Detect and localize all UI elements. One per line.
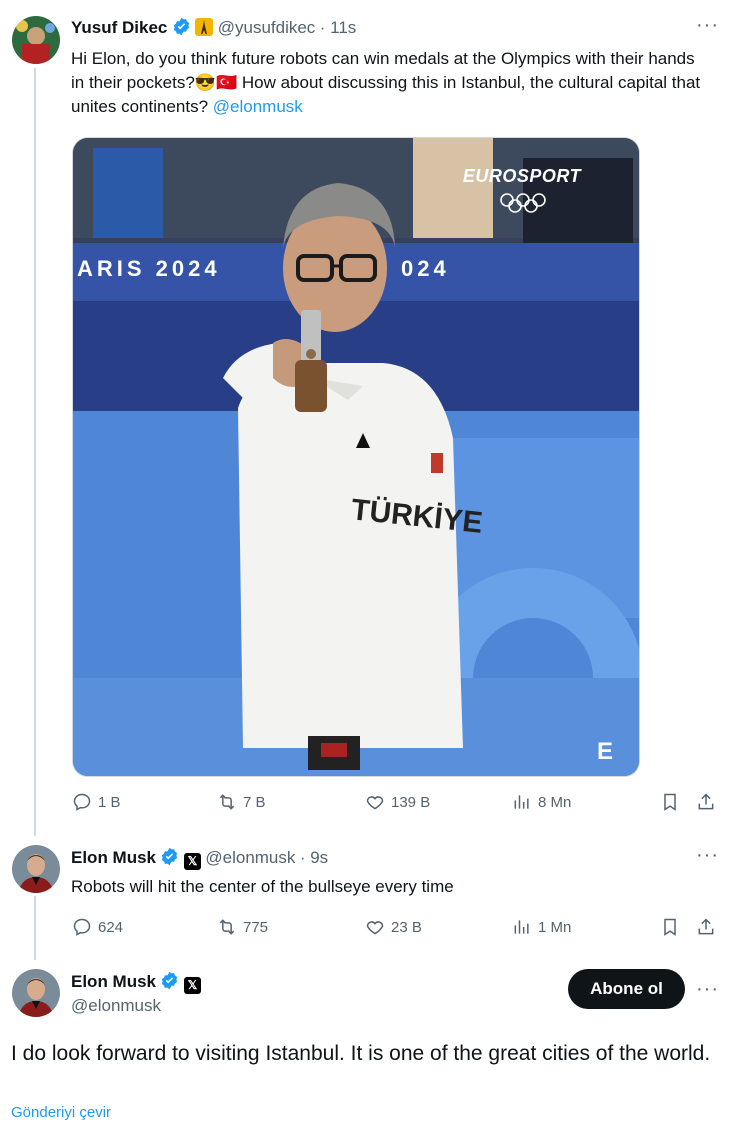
avatar[interactable]	[12, 845, 60, 893]
reply-icon	[73, 918, 91, 936]
repost-button[interactable]: 7 B	[217, 792, 266, 812]
verified-badge-icon	[162, 971, 178, 990]
banner-text-right: 024	[401, 256, 450, 281]
like-count: 23 B	[391, 918, 422, 936]
tweet-actions: 1 B 7 B 139 B 8 Mn	[72, 792, 722, 816]
display-name[interactable]: Elon Musk	[71, 848, 156, 867]
olympic-rings-icon	[499, 192, 547, 219]
tweet-text: Hi Elon, do you think future robots can …	[71, 47, 711, 119]
share-button[interactable]	[696, 917, 716, 937]
handle[interactable]: @yusufdikec	[218, 18, 316, 37]
timestamp[interactable]: · 11s	[320, 18, 357, 37]
bookmark-button[interactable]	[660, 792, 680, 812]
share-icon	[698, 793, 714, 810]
verified-badge-icon	[173, 17, 190, 36]
reply-button[interactable]: 1 B	[72, 792, 121, 812]
reply-button[interactable]: 624	[72, 917, 123, 937]
bookmark-icon	[664, 918, 676, 936]
repost-icon	[219, 794, 235, 810]
repost-count: 775	[243, 918, 269, 936]
share-icon	[698, 918, 714, 935]
handle[interactable]: @elonmusk	[205, 848, 295, 867]
reply-count: 624	[98, 918, 124, 936]
banner-text-left: ARIS 2024	[77, 256, 221, 281]
thread-line	[34, 68, 36, 836]
tweet-text: Robots will hit the center of the bullse…	[71, 877, 454, 896]
handle[interactable]: @elonmusk	[71, 996, 161, 1016]
tweet-header: Elon Musk 𝕏 @elonmusk · 9s	[71, 847, 328, 870]
tweet-actions: 624 775 23 B 1 Mn	[72, 917, 722, 941]
avatar[interactable]	[12, 16, 60, 64]
more-options-icon[interactable]: ···	[696, 14, 719, 37]
views-count: 1 Mn	[538, 918, 572, 936]
bookmark-button[interactable]	[660, 917, 680, 937]
like-button[interactable]: 139 B	[365, 792, 430, 812]
more-options-icon[interactable]: ···	[696, 978, 719, 1001]
follow-button[interactable]: Abone ol	[568, 969, 685, 1009]
views-count: 8 Mn	[538, 793, 572, 811]
verified-badge-icon	[162, 847, 178, 866]
x-affiliate-icon: 𝕏	[183, 853, 201, 870]
eurosport-logo: EUROSPORT	[463, 166, 581, 187]
avatar[interactable]	[12, 969, 60, 1017]
share-button[interactable]	[696, 792, 716, 812]
translate-link[interactable]: Gönderiyi çevir	[11, 1104, 111, 1121]
display-name[interactable]: Elon Musk	[71, 972, 156, 991]
eiffel-icon	[195, 18, 214, 36]
tweet-text: I do look forward to visiting Istanbul. …	[11, 1042, 711, 1065]
tweet-text-body: Hi Elon, do you think future robots can …	[71, 49, 701, 116]
reply-count: 1 B	[98, 793, 121, 811]
views-button[interactable]: 1 Mn	[512, 917, 571, 937]
views-icon	[514, 795, 529, 809]
heart-icon	[366, 921, 384, 935]
more-options-icon[interactable]: ···	[696, 844, 719, 867]
thread-line	[34, 896, 36, 960]
tweet-header: Yusuf Dikec @yusufdikec · 11s	[71, 17, 356, 38]
eurosport-text: EUROSPORT	[462, 166, 581, 186]
like-button[interactable]: 23 B	[365, 917, 422, 937]
eurosport-corner-logo: E	[597, 738, 614, 765]
timestamp[interactable]: · 9s	[300, 848, 328, 867]
like-count: 139 B	[391, 793, 431, 811]
views-icon	[514, 920, 529, 934]
tweet-media-image[interactable]: EUROSPORT ARIS 2024 024 TÜRKİYE E	[72, 137, 640, 777]
reply-icon	[73, 793, 91, 811]
display-name[interactable]: Yusuf Dikec	[71, 18, 167, 37]
mention-link[interactable]: @elonmusk	[213, 97, 303, 116]
repost-button[interactable]: 775	[217, 917, 268, 937]
heart-icon	[366, 796, 384, 810]
views-button[interactable]: 8 Mn	[512, 792, 571, 812]
repost-count: 7 B	[243, 793, 266, 811]
repost-icon	[219, 919, 235, 935]
bookmark-icon	[664, 793, 676, 811]
tweet-header: Elon Musk 𝕏	[71, 971, 201, 994]
x-affiliate-icon: 𝕏	[183, 977, 201, 994]
